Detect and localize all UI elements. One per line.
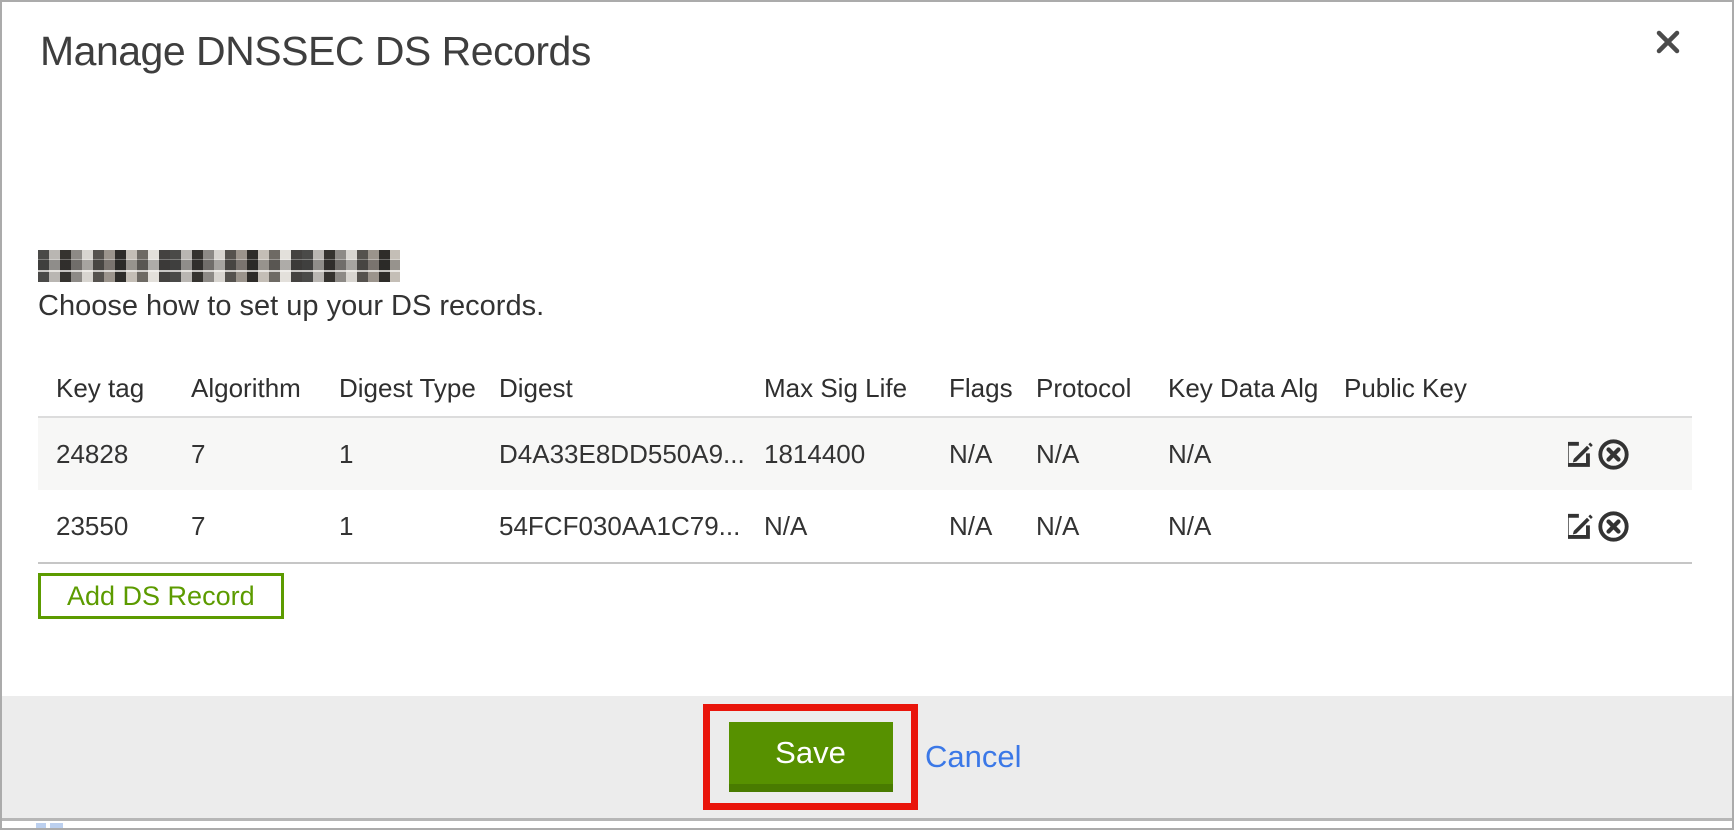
domain-name-redacted: [38, 250, 400, 282]
key-tag-value: 23550: [38, 511, 173, 542]
table-row: 23550 7 1 54FCF030AA1C79... N/A N/A N/A …: [38, 490, 1692, 564]
digest-type-value: 1: [321, 439, 481, 470]
column-header-public-key: Public Key: [1326, 373, 1568, 404]
row-actions: [1568, 510, 1692, 543]
flags-value: N/A: [931, 439, 1018, 470]
column-header-flags: Flags: [931, 373, 1018, 404]
digest-value: 54FCF030AA1C79...: [481, 511, 746, 542]
algorithm-value: 7: [173, 439, 321, 470]
add-ds-record-button[interactable]: Add DS Record: [38, 573, 284, 619]
key-data-alg-value: N/A: [1150, 511, 1326, 542]
dialog-title: Manage DNSSEC DS Records: [40, 28, 591, 75]
edit-record-icon[interactable]: [1568, 438, 1594, 471]
background-page-fragment: [50, 823, 63, 830]
table-row: 24828 7 1 D4A33E8DD550A9... 1814400 N/A …: [38, 416, 1692, 490]
ds-records-table: Key tag Algorithm Digest Type Digest Max…: [38, 350, 1692, 564]
column-header-protocol: Protocol: [1018, 373, 1150, 404]
max-sig-life-value: 1814400: [746, 439, 931, 470]
digest-type-value: 1: [321, 511, 481, 542]
column-header-algorithm: Algorithm: [173, 373, 321, 404]
cancel-link[interactable]: Cancel: [925, 696, 1022, 818]
protocol-value: N/A: [1018, 439, 1150, 470]
column-header-digest: Digest: [481, 373, 746, 404]
delete-record-icon[interactable]: [1597, 438, 1630, 471]
algorithm-value: 7: [173, 511, 321, 542]
key-data-alg-value: N/A: [1150, 439, 1326, 470]
dialog-bottom-border: [2, 818, 1732, 821]
setup-instruction-text: Choose how to set up your DS records.: [38, 290, 544, 323]
column-header-digest-type: Digest Type: [321, 373, 481, 404]
key-tag-value: 24828: [38, 439, 173, 470]
table-header-row: Key tag Algorithm Digest Type Digest Max…: [38, 350, 1692, 416]
close-button[interactable]: [1648, 24, 1688, 64]
flags-value: N/A: [931, 511, 1018, 542]
column-header-key-tag: Key tag: [38, 373, 173, 404]
max-sig-life-value: N/A: [746, 511, 931, 542]
background-page-fragment: [36, 823, 46, 830]
save-button[interactable]: Save: [729, 722, 893, 792]
save-button-highlight-box: Save: [703, 704, 918, 810]
delete-record-icon[interactable]: [1597, 510, 1630, 543]
close-icon: [1653, 27, 1683, 62]
edit-record-icon[interactable]: [1568, 510, 1594, 543]
protocol-value: N/A: [1018, 511, 1150, 542]
column-header-key-data-alg: Key Data Alg: [1150, 373, 1326, 404]
column-header-max-sig-life: Max Sig Life: [746, 373, 931, 404]
row-actions: [1568, 438, 1692, 471]
digest-value: D4A33E8DD550A9...: [481, 439, 746, 470]
